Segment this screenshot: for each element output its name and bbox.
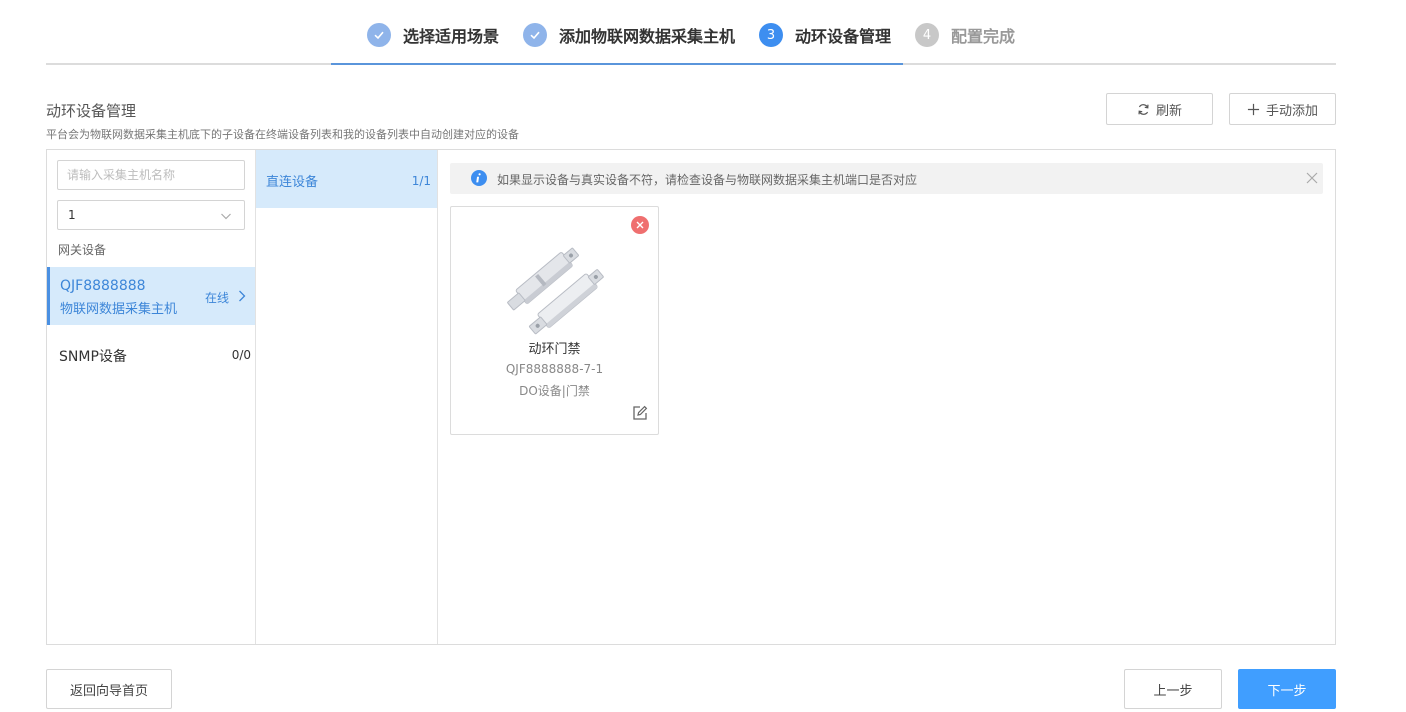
gateway-column: 1 网关设备 QJF8888888 物联网数据采集主机 在线 SNMP设备 0/…	[47, 150, 256, 644]
step-3: 3 动环设备管理	[759, 22, 891, 48]
gateway-item[interactable]: QJF8888888 物联网数据采集主机 在线	[47, 267, 255, 325]
refresh-icon	[1138, 103, 1149, 115]
snmp-label: SNMP设备	[59, 349, 127, 365]
gateway-select-value: 1	[68, 208, 76, 222]
refresh-label: 刷新	[1155, 103, 1182, 119]
delete-icon[interactable]	[631, 216, 649, 234]
chevron-down-icon	[221, 213, 231, 220]
door-sensor-image	[507, 247, 604, 335]
direct-device-item[interactable]: 直连设备 1/1	[256, 150, 437, 208]
gateway-id: QJF8888888	[60, 278, 146, 294]
gateway-name: 物联网数据采集主机	[60, 302, 178, 317]
manual-add-label: 手动添加	[1265, 103, 1318, 119]
info-icon	[471, 170, 487, 186]
notice-text: 如果显示设备与真实设备不符，请检查设备与物联网数据采集主机端口是否对应	[497, 173, 918, 187]
chevron-right-icon	[239, 290, 246, 302]
device-serial: QJF8888888-7-1	[505, 362, 604, 376]
device-management-panel: 1 网关设备 QJF8888888 物联网数据采集主机 在线 SNMP设备 0/…	[46, 149, 1336, 645]
step-number: 4	[915, 23, 939, 47]
step-4: 4 配置完成	[915, 22, 1015, 48]
manual-add-button[interactable]: 手动添加	[1229, 93, 1336, 125]
gateway-status: 在线	[205, 291, 230, 305]
step-number: 3	[759, 23, 783, 47]
plus-icon	[1247, 103, 1260, 115]
wizard-steps: 选择适用场景 添加物联网数据采集主机 3 动环设备管理 4 配置完成	[0, 0, 1406, 66]
snmp-item[interactable]: SNMP设备 0/0	[47, 337, 255, 371]
steps-progress-bar	[331, 63, 903, 65]
close-icon[interactable]	[1306, 172, 1318, 184]
step-1: 选择适用场景	[367, 22, 499, 48]
prev-step-button[interactable]: 上一步	[1124, 669, 1222, 709]
check-icon	[367, 23, 391, 47]
device-card[interactable]: 动环门禁 QJF8888888-7-1 DO设备|门禁	[450, 206, 659, 435]
check-icon	[523, 23, 547, 47]
device-category-column: 直连设备 1/1	[256, 150, 438, 644]
info-notice: 如果显示设备与真实设备不符，请检查设备与物联网数据采集主机端口是否对应	[450, 163, 1323, 194]
direct-device-label: 直连设备	[266, 175, 319, 190]
direct-device-count: 1/1	[411, 174, 431, 188]
snmp-count: 0/0	[231, 348, 251, 362]
refresh-button[interactable]: 刷新	[1106, 93, 1213, 125]
device-list-area: 如果显示设备与真实设备不符，请检查设备与物联网数据采集主机端口是否对应 动环门禁…	[438, 150, 1335, 644]
device-title: 动环门禁	[528, 342, 581, 357]
step-label: 选择适用场景	[403, 27, 500, 46]
step-label: 添加物联网数据采集主机	[559, 27, 736, 46]
edit-icon[interactable]	[632, 405, 648, 421]
page-description: 平台会为物联网数据采集主机底下的子设备在终端设备列表和我的设备列表中自动创建对应…	[46, 128, 519, 141]
group-label: 网关设备	[58, 243, 107, 257]
step-2: 添加物联网数据采集主机	[523, 22, 735, 48]
gateway-search-input[interactable]	[57, 160, 245, 190]
back-home-button[interactable]: 返回向导首页	[46, 669, 172, 709]
page-title: 动环设备管理	[46, 102, 137, 120]
device-type: DO设备|门禁	[519, 384, 590, 398]
next-step-button[interactable]: 下一步	[1238, 669, 1336, 709]
step-label: 配置完成	[951, 27, 1016, 46]
step-label: 动环设备管理	[795, 27, 892, 46]
gateway-select[interactable]: 1	[57, 200, 245, 230]
